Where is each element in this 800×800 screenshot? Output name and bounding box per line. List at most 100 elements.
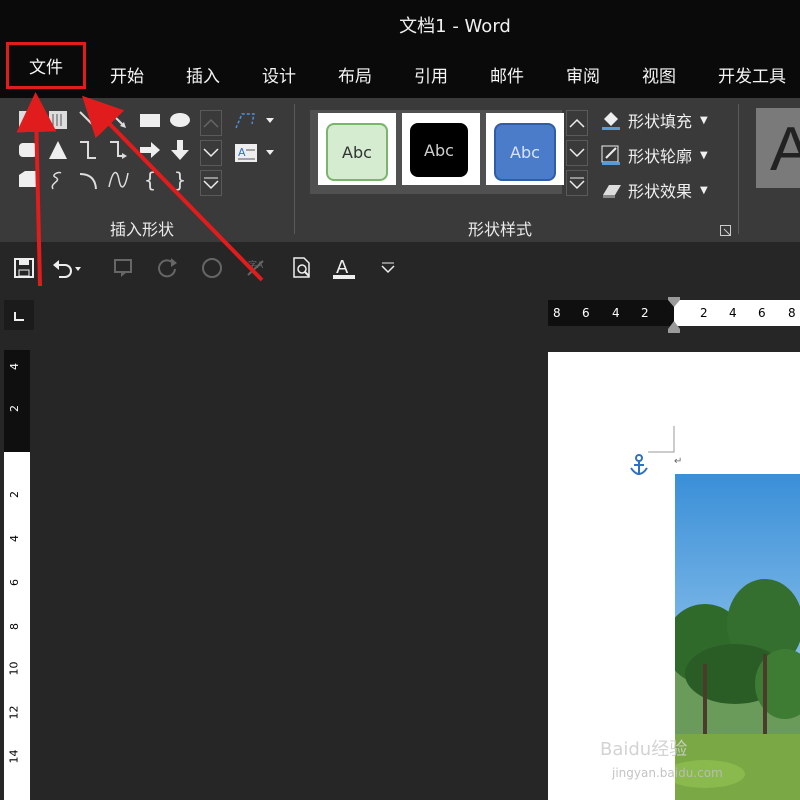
- tab-file-label: 文件: [29, 58, 63, 78]
- shape-fill-button[interactable]: 形状填充 ▼: [600, 108, 708, 132]
- ruler-tab-selector[interactable]: [4, 300, 34, 330]
- spelling-icon[interactable]: 字A: [240, 252, 272, 284]
- tab-mailings[interactable]: 邮件: [490, 62, 524, 87]
- right-brace-icon[interactable]: }: [168, 168, 192, 192]
- ruler-tick: 2: [641, 306, 649, 320]
- curve-icon[interactable]: [106, 168, 130, 192]
- svg-text:A: A: [22, 114, 31, 128]
- horizontal-ruler-margin: [548, 300, 674, 326]
- insert-shapes-group-label: 插入形状: [110, 220, 175, 239]
- shape-style-3[interactable]: Abc: [486, 113, 564, 185]
- svg-text:字A: 字A: [248, 259, 264, 271]
- rectangle-icon[interactable]: [138, 108, 162, 132]
- styles-expand-button[interactable]: [566, 170, 588, 196]
- shapes-scroll-down-button[interactable]: [200, 140, 222, 166]
- ruler-tick: 4: [8, 363, 21, 370]
- shape-style-2-preview: Abc: [410, 123, 468, 177]
- styles-scroll-down-button[interactable]: [566, 140, 588, 166]
- indent-marker-icon[interactable]: [667, 297, 681, 333]
- ruler-tick: 8: [788, 306, 796, 320]
- shape-style-3-preview: Abc: [494, 123, 556, 181]
- ruler-tick: 4: [729, 306, 737, 320]
- shape-style-1-preview: Abc: [326, 123, 388, 181]
- styles-scroll-up-button[interactable]: [566, 110, 588, 136]
- tab-layout[interactable]: 布局: [338, 62, 372, 87]
- margin-corner-mark: [648, 426, 675, 453]
- customize-toolbar-icon[interactable]: [372, 252, 404, 284]
- save-icon[interactable]: [8, 252, 40, 284]
- scribble-icon[interactable]: [46, 168, 70, 192]
- ribbon-separator-2: [738, 104, 739, 234]
- inserted-photo[interactable]: [675, 474, 800, 800]
- text-box-draw-button[interactable]: A: [234, 142, 274, 166]
- vertical-text-box-icon[interactable]: [46, 108, 70, 132]
- park-photo-image: [675, 474, 800, 800]
- ruler-tick: 8: [8, 623, 21, 630]
- ruler-tick: 8: [553, 306, 561, 320]
- ruler-tick: 2: [8, 405, 21, 412]
- ruler-tick: 10: [7, 661, 21, 676]
- triangle-icon[interactable]: [46, 138, 70, 162]
- anchor-icon: [630, 454, 648, 475]
- shape-effects-button[interactable]: 形状效果 ▼: [600, 178, 708, 202]
- ruler-tick: 2: [8, 491, 21, 498]
- ribbon-separator: [294, 104, 295, 234]
- shapes-gallery: A { }: [16, 108, 194, 198]
- tab-view[interactable]: 视图: [642, 62, 676, 87]
- menu-bar: 文件 开始 插入 设计 布局 引用 邮件 审阅 视图 开发工具: [0, 42, 800, 98]
- ruler-tick: 12: [7, 705, 21, 720]
- ribbon: A { } A 插入形状 Abc Abc Abc 形状填充 ▼ 形状轮廓 ▼ 形…: [0, 98, 800, 242]
- horizontal-ruler[interactable]: 8 6 4 2 2 4 6 8: [548, 297, 800, 333]
- rounded-rect-icon[interactable]: [16, 138, 40, 162]
- font-color-icon[interactable]: A: [328, 252, 360, 284]
- wordart-preview-text: A: [770, 115, 800, 184]
- shapes-expand-button[interactable]: [200, 170, 222, 196]
- tab-design[interactable]: 设计: [262, 62, 296, 87]
- left-brace-icon[interactable]: {: [138, 168, 162, 192]
- tab-references[interactable]: 引用: [414, 62, 448, 87]
- text-box-icon[interactable]: A: [16, 108, 40, 132]
- ruler-tick: 4: [8, 535, 21, 542]
- elbow-connector-icon[interactable]: [76, 138, 100, 162]
- circle-shape-icon[interactable]: [196, 252, 228, 284]
- ruler-tick: 6: [582, 306, 590, 320]
- ruler-tick: 14: [7, 749, 21, 764]
- shape-styles-gallery: Abc Abc Abc: [310, 110, 564, 194]
- undo-icon[interactable]: [50, 252, 82, 284]
- comment-icon[interactable]: [108, 252, 140, 284]
- baidu-watermark: Baidu经验: [600, 739, 688, 760]
- flowchart-icon[interactable]: [16, 168, 40, 192]
- right-arrow-icon[interactable]: [138, 138, 162, 162]
- line-icon[interactable]: [76, 108, 100, 132]
- edit-shape-button[interactable]: [234, 110, 274, 134]
- shape-outline-button[interactable]: 形状轮廓 ▼: [600, 143, 708, 167]
- tab-review[interactable]: 审阅: [566, 62, 600, 87]
- tab-file[interactable]: 文件: [6, 42, 86, 89]
- shape-styles-dialog-launcher-icon[interactable]: [720, 222, 732, 236]
- shapes-scroll-up-button[interactable]: [200, 110, 222, 136]
- svg-text:A: A: [336, 257, 349, 278]
- arrow-line-icon[interactable]: [106, 108, 130, 132]
- redo-icon[interactable]: [152, 252, 184, 284]
- arc-icon[interactable]: [76, 168, 100, 192]
- title-bar: 文档1 - Word: [0, 0, 800, 46]
- shape-styles-group-label: 形状样式: [468, 220, 533, 239]
- elbow-arrow-connector-icon[interactable]: [106, 138, 130, 162]
- tab-insert[interactable]: 插入: [186, 62, 220, 87]
- shape-style-2[interactable]: Abc: [402, 113, 480, 185]
- svg-text:A: A: [238, 146, 246, 159]
- paragraph-mark: ↵: [674, 456, 683, 467]
- tab-developer[interactable]: 开发工具: [718, 62, 786, 87]
- print-preview-icon[interactable]: [286, 252, 318, 284]
- paint-bucket-icon: [602, 112, 620, 130]
- tab-home[interactable]: 开始: [110, 62, 144, 87]
- ruler-tick: 2: [700, 306, 708, 320]
- quick-access-toolbar: 字A A: [0, 242, 800, 294]
- wordart-style-preview[interactable]: A: [756, 108, 800, 188]
- oval-icon[interactable]: [168, 108, 192, 132]
- shape-outline-label: 形状轮廓: [628, 147, 693, 166]
- shape-style-1[interactable]: Abc: [318, 113, 396, 185]
- vertical-ruler[interactable]: 4 2 2 4 6 8 10 12 14: [4, 350, 30, 800]
- shape-effects-label: 形状效果: [628, 182, 693, 201]
- down-arrow-icon[interactable]: [168, 138, 192, 162]
